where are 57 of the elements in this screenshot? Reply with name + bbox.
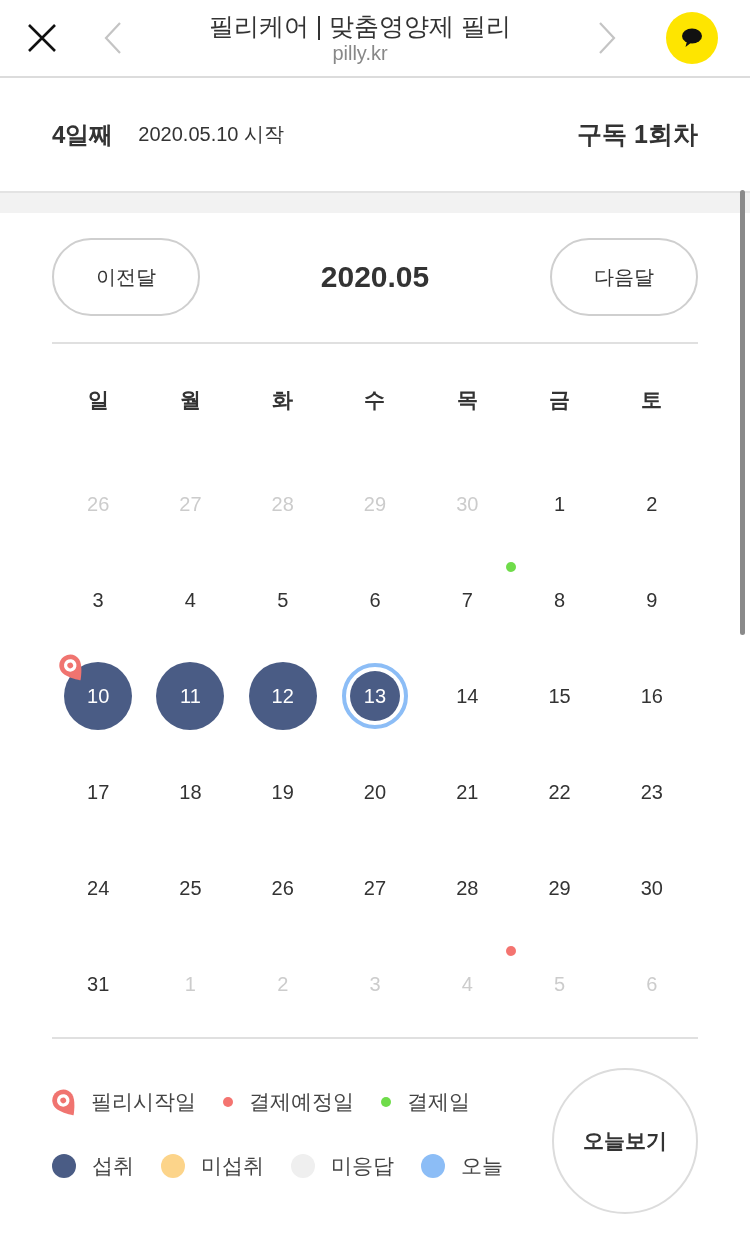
- calendar-day[interactable]: 16: [640, 684, 663, 708]
- legend-label: 오늘: [461, 1153, 503, 1179]
- calendar-day[interactable]: 28: [456, 876, 479, 900]
- calendar-day[interactable]: 25: [179, 876, 202, 900]
- calendar-day[interactable]: 19: [271, 780, 294, 804]
- calendar-day[interactable]: 11: [156, 662, 225, 730]
- page-title: 필리케어 | 맞춤영양제 필리: [208, 11, 512, 41]
- legend-label: 미섭취: [201, 1153, 264, 1179]
- calendar-day[interactable]: 8: [554, 588, 566, 612]
- calendar-day[interactable]: 21: [456, 780, 479, 804]
- today-button[interactable]: 오늘보기: [552, 1068, 698, 1214]
- weekday-label: 일: [87, 387, 109, 413]
- weekday-label: 토: [641, 387, 663, 413]
- calendar-day[interactable]: 27: [363, 876, 387, 900]
- page-url: pilly.kr: [332, 41, 388, 65]
- calendar-day[interactable]: 22: [548, 780, 571, 804]
- previous-month-button[interactable]: 이전달: [52, 238, 200, 316]
- legend-label: 결제일: [407, 1089, 470, 1115]
- close-icon[interactable]: [27, 23, 57, 53]
- calendar-day[interactable]: 10: [64, 662, 133, 730]
- calendar-day[interactable]: 31: [87, 972, 110, 996]
- subscription-count: 구독 1회차: [577, 119, 698, 150]
- calendar-day[interactable]: 15: [548, 684, 571, 708]
- calendar-day[interactable]: 12: [248, 662, 317, 730]
- start-date: 2020.05.10 시작: [138, 122, 284, 147]
- weekday-label: 금: [549, 387, 571, 413]
- weekday-label: 월: [179, 387, 201, 413]
- calendar-day[interactable]: 14: [456, 684, 479, 708]
- calendar-day[interactable]: 20: [363, 780, 387, 804]
- map-pin-icon: [59, 654, 82, 681]
- calendar-day[interactable]: 6: [369, 588, 381, 612]
- calendar-day[interactable]: 3: [92, 588, 104, 612]
- calendar-day[interactable]: 18: [179, 780, 202, 804]
- calendar-day[interactable]: 17: [87, 780, 110, 804]
- calendar-day[interactable]: 5: [277, 588, 289, 612]
- month-title: 2020.05: [320, 260, 430, 294]
- chat-bubble-icon[interactable]: [666, 12, 718, 64]
- calendar-day[interactable]: 29: [548, 876, 571, 900]
- calendar-day[interactable]: 4: [184, 588, 196, 612]
- calendar-day[interactable]: 26: [271, 876, 294, 900]
- calendar-day[interactable]: 9: [646, 588, 658, 612]
- legend-label: 미응답: [331, 1153, 394, 1179]
- calendar-day[interactable]: 24: [87, 876, 110, 900]
- calendar-day[interactable]: 23: [640, 780, 663, 804]
- calendar-day[interactable]: 7: [461, 588, 473, 612]
- legend-label: 섭취: [92, 1153, 134, 1179]
- calendar-day[interactable]: 13: [342, 663, 408, 729]
- calendar-day[interactable]: 30: [640, 876, 663, 900]
- legend-label: 필리시작일: [91, 1089, 196, 1115]
- weekday-label: 수: [364, 387, 386, 413]
- calendar-day[interactable]: 1: [554, 492, 566, 516]
- day-count: 4일째: [52, 119, 114, 150]
- next-month-button[interactable]: 다음달: [550, 238, 698, 316]
- legend-label: 결제예정일: [249, 1089, 354, 1115]
- weekday-label: 화: [272, 387, 294, 413]
- weekday-label: 목: [456, 387, 478, 413]
- calendar-day[interactable]: 2: [646, 492, 658, 516]
